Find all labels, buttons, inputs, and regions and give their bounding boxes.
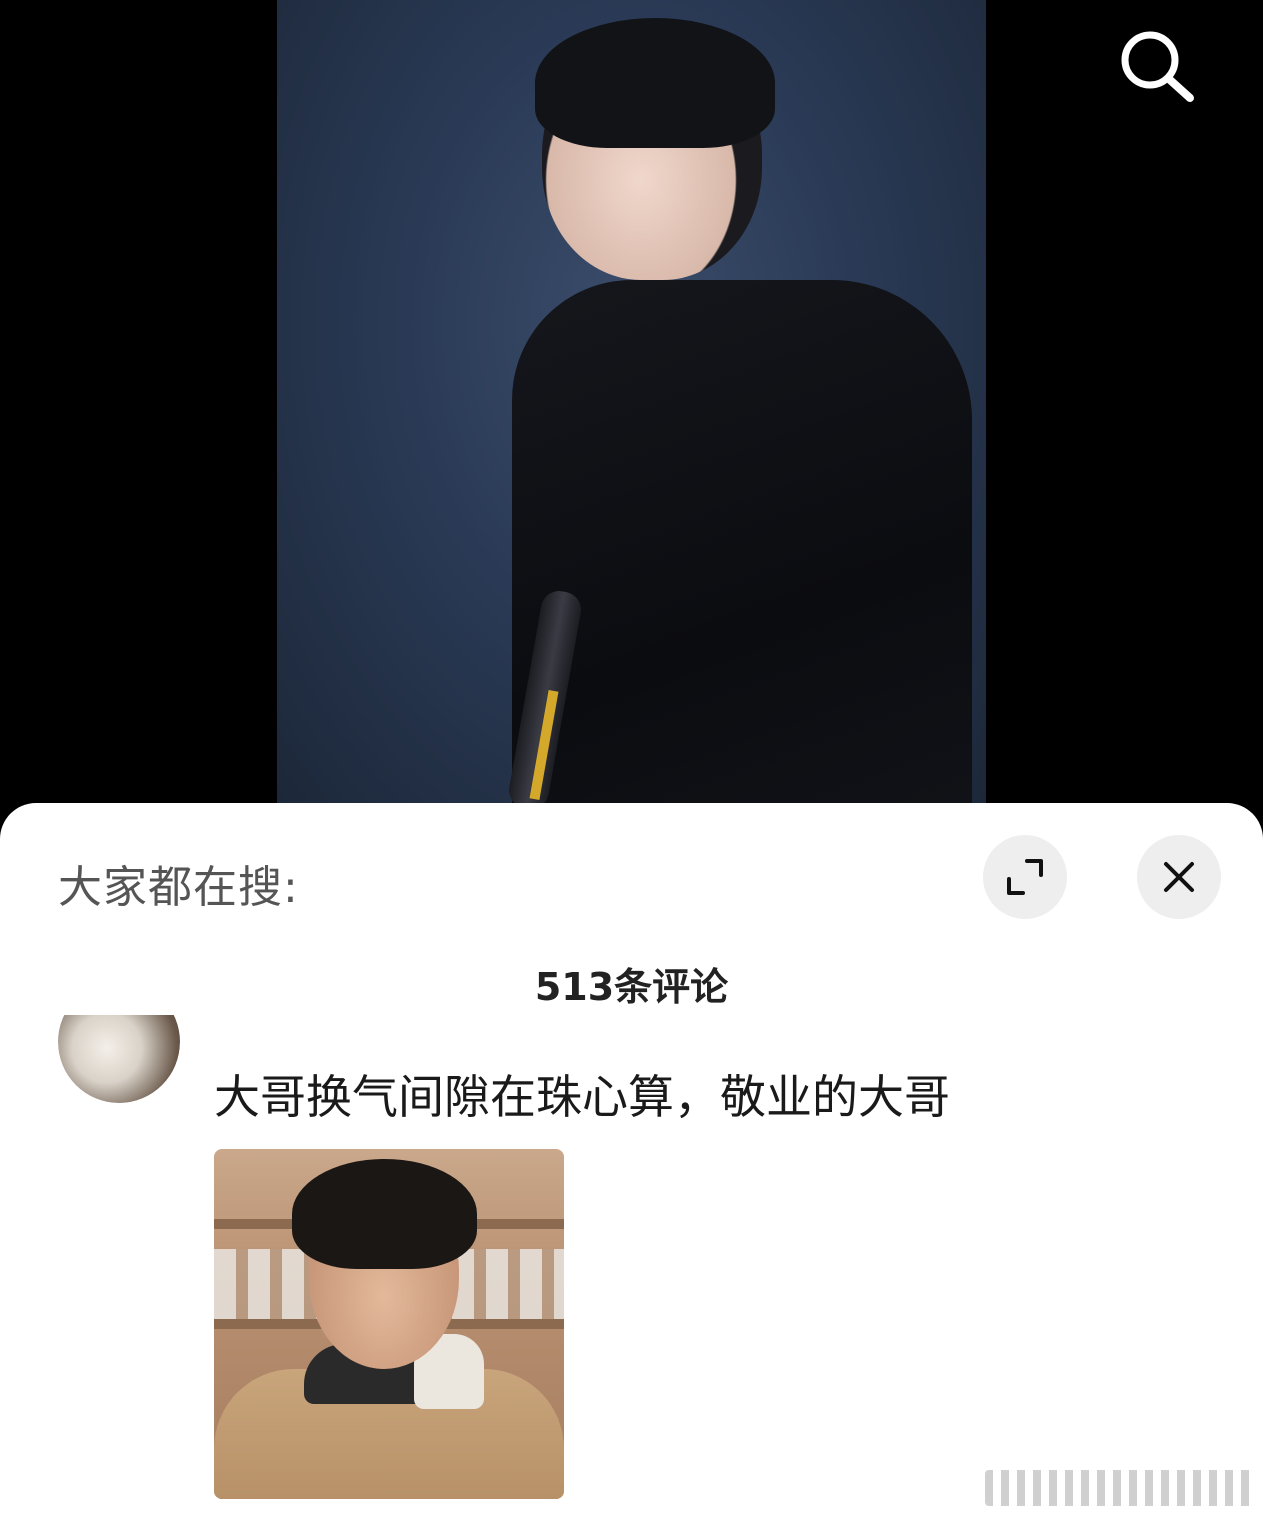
avatar[interactable]	[58, 1015, 180, 1103]
photo-hair	[535, 18, 775, 148]
avatar-image	[58, 1015, 180, 1103]
expand-button[interactable]	[983, 835, 1067, 919]
close-button[interactable]	[1137, 835, 1221, 919]
expand-icon	[1007, 859, 1043, 895]
image-hair	[292, 1159, 477, 1269]
comment-image[interactable]	[214, 1149, 564, 1499]
close-icon	[1164, 862, 1194, 892]
main-photo[interactable]	[277, 0, 986, 812]
comment-text: 大哥换气间隙在珠心算，敬业的大哥	[214, 1070, 950, 1124]
comment-count: 513条评论	[534, 965, 729, 1009]
watermark	[985, 1470, 1253, 1506]
screen: 大家都在搜: 513条评论 大哥换气间隙在珠心算，敬业的大哥	[0, 0, 1263, 1518]
comment-sheet: 大家都在搜: 513条评论 大哥换气间隙在珠心算，敬业的大哥	[0, 803, 1263, 1518]
search-button[interactable]	[1118, 28, 1198, 104]
photo-jacket	[512, 280, 972, 812]
trending-search-label: 大家都在搜:	[58, 862, 299, 913]
search-icon	[1121, 31, 1194, 102]
